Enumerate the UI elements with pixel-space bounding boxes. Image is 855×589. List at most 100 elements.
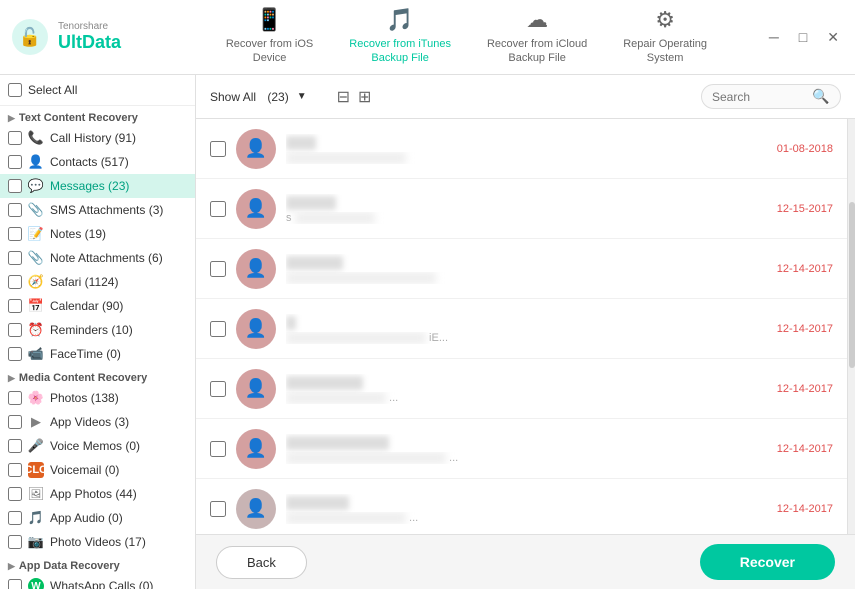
message-row-1[interactable]: 👤 ...497 blurred preview text 01-08-2018 [196, 119, 847, 179]
msg-1-avatar: 👤 [236, 129, 276, 169]
select-all-checkbox[interactable] [8, 83, 22, 97]
voicemail-checkbox[interactable] [8, 463, 22, 477]
msg-1-checkbox[interactable] [210, 141, 226, 157]
search-input[interactable] [712, 90, 812, 104]
message-row-5[interactable]: 👤 ...6316985576 blurred ... 12-14-2017 [196, 359, 847, 419]
note-attachments-icon: 📎 [28, 250, 44, 266]
msg-6-body: ...47017003600029 blurred text ... [286, 434, 777, 464]
search-box: 🔍 [701, 84, 841, 109]
notes-checkbox[interactable] [8, 227, 22, 241]
tab-recover-ios[interactable]: 📱 Recover from iOSDevice [208, 0, 331, 77]
whatsapp-calls-checkbox[interactable] [8, 579, 22, 589]
message-row-4[interactable]: 👤 ... blurred text iE... 12-14-2017 [196, 299, 847, 359]
msg-5-checkbox[interactable] [210, 381, 226, 397]
msg-2-avatar: 👤 [236, 189, 276, 229]
message-row-7[interactable]: 👤 ...30309251 blurred ... 12-14-2017 [196, 479, 847, 534]
msg-6-checkbox[interactable] [210, 441, 226, 457]
facetime-label: FaceTime (0) [50, 347, 121, 361]
maximize-button[interactable]: □ [793, 27, 813, 47]
call-history-checkbox[interactable] [8, 131, 22, 145]
photo-videos-checkbox[interactable] [8, 535, 22, 549]
calendar-checkbox[interactable] [8, 299, 22, 313]
sms-attachments-checkbox[interactable] [8, 203, 22, 217]
msg-2-checkbox[interactable] [210, 201, 226, 217]
msg-3-checkbox[interactable] [210, 261, 226, 277]
msg-1-date: 01-08-2018 [777, 143, 833, 155]
grid-view-button[interactable]: ⊞ [358, 87, 371, 107]
msg-4-checkbox[interactable] [210, 321, 226, 337]
section-text-label: Text Content Recovery [19, 112, 138, 124]
minimize-button[interactable]: ─ [763, 27, 785, 47]
sidebar-item-photo-videos[interactable]: 📷 Photo Videos (17) [0, 530, 195, 554]
sidebar-item-safari[interactable]: 🧭 Safari (1124) [0, 270, 195, 294]
msg-2-body: ...985500 s blurred [286, 194, 777, 224]
show-all-button[interactable]: Show All (23) ▼ [210, 90, 307, 104]
photos-checkbox[interactable] [8, 391, 22, 405]
msg-5-name: ...6316985576 [286, 376, 363, 390]
sidebar-item-app-photos[interactable]: 🖼 App Photos (44) [0, 482, 195, 506]
sidebar-item-notes[interactable]: 📝 Notes (19) [0, 222, 195, 246]
app-audio-checkbox[interactable] [8, 511, 22, 525]
back-button[interactable]: Back [216, 546, 307, 579]
tab-recover-icloud[interactable]: ☁ Recover from iCloudBackup File [469, 0, 605, 77]
message-row-3[interactable]: 👤 ...1400555 blurred preview text 12-14-… [196, 239, 847, 299]
note-attachments-checkbox[interactable] [8, 251, 22, 265]
close-button[interactable]: ✕ [821, 27, 845, 48]
app-videos-checkbox[interactable] [8, 415, 22, 429]
sidebar-item-photos[interactable]: 🌸 Photos (138) [0, 386, 195, 410]
msg-2-name: ...985500 [286, 196, 336, 210]
sidebar-item-reminders[interactable]: ⏰ Reminders (10) [0, 318, 195, 342]
sidebar-item-call-history[interactable]: 📞 Call History (91) [0, 126, 195, 150]
safari-checkbox[interactable] [8, 275, 22, 289]
contacts-checkbox[interactable] [8, 155, 22, 169]
msg-7-preview: blurred ... [286, 512, 506, 524]
msg-6-preview: blurred text ... [286, 452, 506, 464]
scroll-thumb[interactable] [849, 202, 855, 368]
contacts-label: Contacts (517) [50, 155, 129, 169]
photo-videos-label: Photo Videos (17) [50, 535, 146, 549]
msg-3-body: ...1400555 blurred preview text [286, 254, 777, 284]
whatsapp-calls-icon: W [28, 578, 44, 589]
sidebar-item-app-videos[interactable]: ▶ App Videos (3) [0, 410, 195, 434]
nav-tabs: 📱 Recover from iOSDevice 🎵 Recover from … [170, 0, 763, 77]
sidebar-item-contacts[interactable]: 👤 Contacts (517) [0, 150, 195, 174]
call-history-label: Call History (91) [50, 131, 136, 145]
messages-icon: 💬 [28, 178, 44, 194]
message-row-6[interactable]: 👤 ...47017003600029 blurred text ... 12-… [196, 419, 847, 479]
app-photos-checkbox[interactable] [8, 487, 22, 501]
sms-attachments-icon: 📎 [28, 202, 44, 218]
tab-repair-os[interactable]: ⚙ Repair OperatingSystem [605, 0, 725, 77]
sidebar-item-facetime[interactable]: 📹 FaceTime (0) [0, 342, 195, 366]
sidebar-item-messages[interactable]: 💬 Messages (23) [0, 174, 195, 198]
sidebar-item-voicemail[interactable]: CLO Voicemail (0) [0, 458, 195, 482]
msg-5-preview: blurred ... [286, 392, 506, 404]
msg-1-name: ...497 [286, 136, 316, 150]
messages-checkbox[interactable] [8, 179, 22, 193]
sidebar-item-calendar[interactable]: 📅 Calendar (90) [0, 294, 195, 318]
msg-2-preview: s blurred [286, 212, 506, 224]
sidebar-item-app-audio[interactable]: 🎵 App Audio (0) [0, 506, 195, 530]
content-area: Show All (23) ▼ ⊟ ⊞ 🔍 👤 ...497 [196, 75, 855, 589]
itunes-icon: 🎵 [386, 7, 413, 33]
sidebar-item-voice-memos[interactable]: 🎤 Voice Memos (0) [0, 434, 195, 458]
list-view-button[interactable]: ⊟ [337, 87, 350, 107]
calendar-label: Calendar (90) [50, 299, 123, 313]
sidebar-item-whatsapp-calls[interactable]: W WhatsApp Calls (0) [0, 574, 195, 589]
select-all-item[interactable]: Select All [0, 75, 195, 106]
msg-5-body: ...6316985576 blurred ... [286, 374, 777, 404]
recover-button[interactable]: Recover [700, 544, 835, 580]
msg-6-name: ...47017003600029 [286, 436, 389, 450]
msg-7-checkbox[interactable] [210, 501, 226, 517]
facetime-checkbox[interactable] [8, 347, 22, 361]
show-all-chevron-icon: ▼ [297, 91, 307, 102]
tab-recover-itunes-label: Recover from iTunesBackup File [349, 37, 451, 66]
tab-repair-os-label: Repair OperatingSystem [623, 37, 707, 66]
photos-label: Photos (138) [50, 391, 119, 405]
voice-memos-checkbox[interactable] [8, 439, 22, 453]
tab-recover-itunes[interactable]: 🎵 Recover from iTunesBackup File [331, 0, 469, 77]
reminders-checkbox[interactable] [8, 323, 22, 337]
message-row-2[interactable]: 👤 ...985500 s blurred 12-15-2017 [196, 179, 847, 239]
sidebar-item-sms-attachments[interactable]: 📎 SMS Attachments (3) [0, 198, 195, 222]
sidebar-item-note-attachments[interactable]: 📎 Note Attachments (6) [0, 246, 195, 270]
whatsapp-calls-label: WhatsApp Calls (0) [50, 579, 153, 589]
